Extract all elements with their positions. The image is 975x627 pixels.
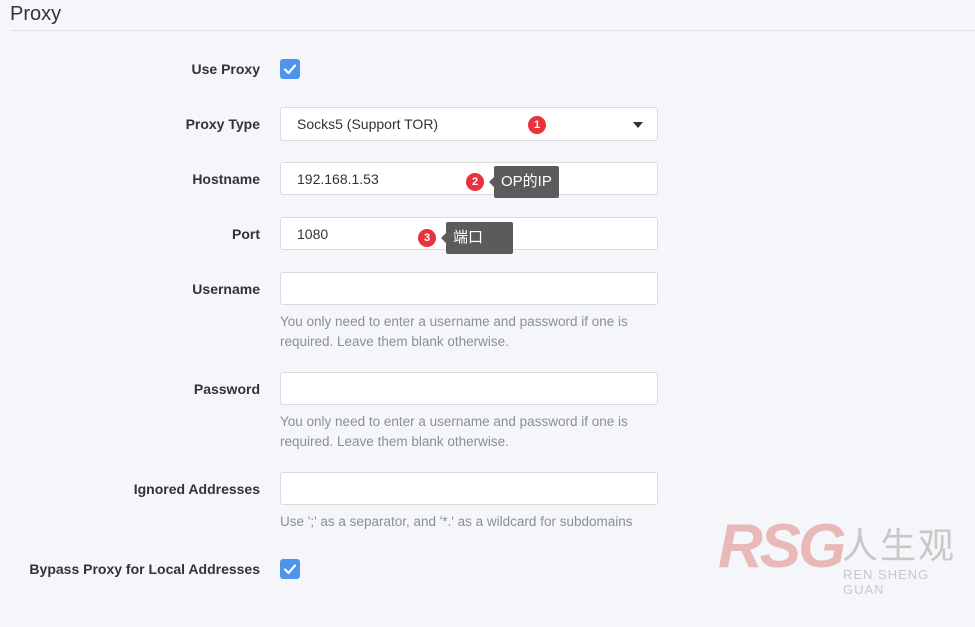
- username-label: Username: [192, 281, 260, 297]
- annotation-badge-1: 1: [528, 116, 546, 134]
- watermark-chinese: 人生观: [842, 525, 957, 566]
- ignored-addresses-input[interactable]: [280, 472, 658, 505]
- ignored-addresses-label: Ignored Addresses: [133, 481, 260, 497]
- proxy-type-value: Socks5 (Support TOR): [297, 116, 439, 132]
- checkmark-icon: [283, 64, 297, 75]
- annotation-badge-3: 3: [418, 229, 436, 247]
- username-help-line: You only need to enter a username and pa…: [280, 314, 628, 329]
- watermark-logo: RSG: [718, 512, 846, 581]
- proxy-type-label: Proxy Type: [185, 116, 260, 132]
- password-help-line: You only need to enter a username and pa…: [280, 414, 628, 429]
- password-label: Password: [193, 381, 260, 397]
- proxy-type-select[interactable]: Socks5 (Support TOR): [280, 107, 658, 141]
- watermark-pinyin: REN SHENG GUAN: [843, 567, 930, 597]
- hostname-label: Hostname: [192, 171, 260, 187]
- use-proxy-label: Use Proxy: [191, 61, 260, 77]
- ignored-addresses-help: Use ';' as a separator, and '*.' as a wi…: [280, 512, 660, 532]
- password-help-line: required. Leave them blank otherwise.: [280, 434, 509, 449]
- caret-down-icon: [633, 122, 643, 128]
- port-label: Port: [232, 226, 260, 242]
- username-help: You only need to enter a username and pa…: [280, 312, 660, 352]
- password-help: You only need to enter a username and pa…: [280, 412, 660, 452]
- annotation-badge-2: 2: [466, 173, 484, 191]
- use-proxy-checkbox[interactable]: [280, 59, 300, 79]
- bypass-local-label: Bypass Proxy for Local Addresses: [29, 561, 260, 577]
- username-input[interactable]: [280, 272, 658, 305]
- ignored-addresses-help-line: Use ';' as a separator, and '*.' as a wi…: [280, 514, 633, 529]
- annotation-tooltip-2: OP的IP: [489, 166, 559, 198]
- section-title: Proxy: [10, 3, 62, 25]
- password-input[interactable]: [280, 372, 658, 405]
- bypass-local-checkbox[interactable]: [280, 559, 300, 579]
- annotation-tooltip-3: 端口: [440, 222, 514, 254]
- checkmark-icon: [283, 564, 297, 575]
- section-divider: [10, 30, 975, 31]
- username-help-line: required. Leave them blank otherwise.: [280, 334, 509, 349]
